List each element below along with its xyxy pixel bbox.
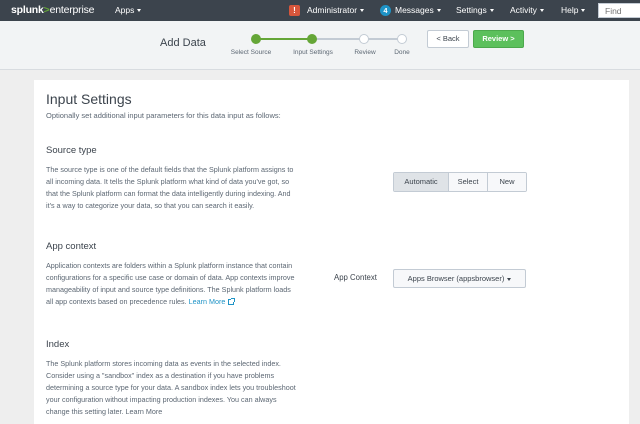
app-context-description: Application contexts are folders within …	[46, 261, 295, 306]
step-label-input-settings: Input Settings	[293, 49, 333, 56]
review-button[interactable]: Review >	[473, 30, 524, 48]
help-menu[interactable]: Help	[561, 0, 586, 21]
app-context-learn-more-link[interactable]: Learn More	[189, 297, 236, 306]
warning-icon: !	[289, 5, 300, 17]
source-type-segmented-control: Automatic Select New	[393, 172, 527, 192]
step-select-source-dot	[251, 34, 261, 44]
external-link-icon	[228, 298, 236, 306]
chevron-down-icon	[539, 9, 544, 13]
step-label-select-source: Select Source	[230, 49, 272, 56]
step-label-review: Review	[354, 49, 376, 56]
step-label-done: Done	[394, 49, 410, 56]
wizard-title: Add Data	[160, 37, 206, 49]
messages-count-badge: 4	[380, 5, 391, 17]
page-title: Input Settings	[46, 91, 132, 107]
step-input-settings-dot	[307, 34, 317, 44]
source-type-description: The source type is one of the default fi…	[46, 165, 294, 210]
app-context-field-label: App Context	[334, 273, 377, 282]
settings-menu[interactable]: Settings	[456, 0, 494, 21]
chevron-down-icon	[360, 9, 365, 13]
index-description: The Splunk platform stores incoming data…	[46, 359, 296, 416]
activity-menu[interactable]: Activity	[510, 0, 544, 21]
page-intro: Optionally set additional input paramete…	[46, 111, 281, 120]
input-settings-panel: Input Settings Optionally set additional…	[34, 80, 629, 424]
source-type-heading: Source type	[46, 145, 97, 156]
step-review-dot	[359, 34, 369, 44]
source-type-select-button[interactable]: Select	[449, 173, 488, 191]
source-type-new-button[interactable]: New	[488, 173, 526, 191]
chevron-down-icon	[489, 9, 494, 13]
progress-line-complete	[256, 38, 312, 40]
chevron-down-icon	[581, 9, 586, 13]
chevron-down-icon	[507, 277, 512, 281]
app-context-dropdown[interactable]: Apps Browser (appsbrowser)	[393, 269, 526, 288]
top-nav-bar: splunk>enterprise Apps ! Administrator 4M…	[0, 0, 640, 21]
progress-line-remaining	[312, 38, 402, 40]
find-input[interactable]	[598, 3, 640, 18]
source-type-automatic-button[interactable]: Automatic	[394, 173, 449, 191]
add-data-wizard-bar: Add Data Select Source Input Settings Re…	[0, 21, 640, 70]
index-heading: Index	[46, 339, 70, 350]
messages-menu[interactable]: 4 Messages	[380, 0, 441, 21]
chevron-down-icon	[137, 9, 142, 13]
step-done-dot	[397, 34, 407, 44]
back-button[interactable]: < Back	[427, 30, 469, 48]
chevron-down-icon	[436, 9, 441, 13]
app-context-heading: App context	[46, 241, 97, 252]
splunk-logo[interactable]: splunk>enterprise	[11, 0, 94, 21]
apps-menu[interactable]: Apps	[115, 0, 142, 21]
administrator-menu[interactable]: ! Administrator	[289, 0, 365, 21]
